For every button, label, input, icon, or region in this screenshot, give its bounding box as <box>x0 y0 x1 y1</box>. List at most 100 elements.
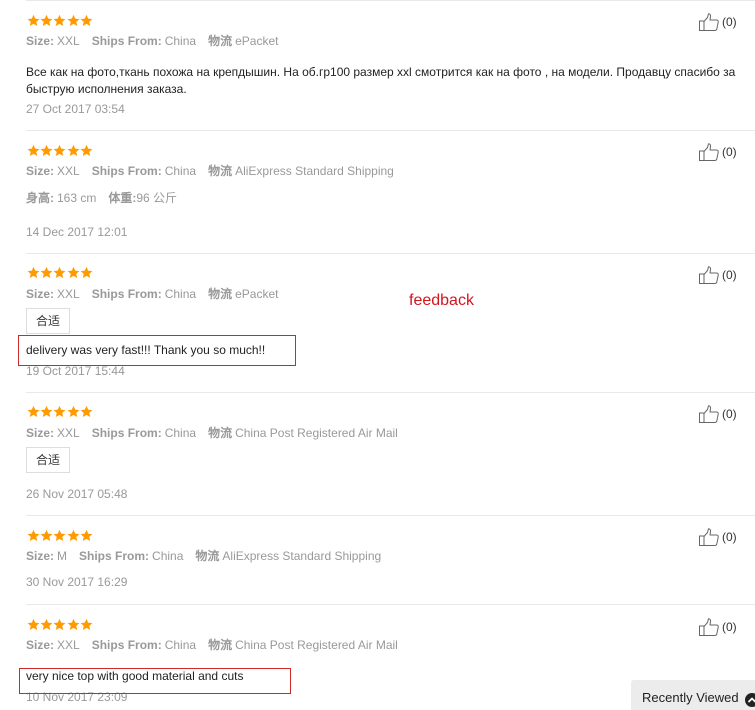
feedback-annotation: feedback <box>409 292 474 309</box>
size-label: Size: <box>26 638 55 652</box>
logistics-label: 物流 <box>195 549 220 563</box>
review-divider <box>26 130 755 131</box>
star-icon <box>40 618 53 631</box>
ships-from-value: China <box>164 287 197 301</box>
size-label: Size: <box>26 426 55 440</box>
star-icon <box>53 405 66 418</box>
review-divider <box>26 604 755 605</box>
review-text: Все как на фото,ткань похожа на крепдыши… <box>26 65 736 96</box>
star-rating <box>27 266 93 279</box>
star-icon <box>40 14 53 27</box>
star-icon <box>53 618 66 631</box>
star-icon <box>27 529 40 542</box>
recently-viewed-tab[interactable]: Recently Viewed <box>631 680 755 710</box>
review-date: 14 Dec 2017 12:01 <box>26 225 128 239</box>
star-icon <box>40 266 53 279</box>
size-value: XXL <box>57 164 80 178</box>
review-meta: Size: XXL Ships From: China 物流 China Post Reg… <box>26 637 398 653</box>
thumbs-up-icon <box>699 143 719 161</box>
star-rating <box>27 405 93 418</box>
review-date: 27 Oct 2017 03:54 <box>26 102 125 116</box>
star-icon <box>27 14 40 27</box>
recently-viewed-label: Recently Viewed <box>642 690 739 705</box>
review-meta: Size: XXL Ships From: China 物流 ePacket <box>26 286 278 302</box>
star-icon <box>27 266 40 279</box>
size-label: Size: <box>26 549 55 563</box>
like-button[interactable]: (0) <box>699 618 737 636</box>
logistics-label: 物流 <box>208 287 233 301</box>
star-icon <box>53 529 66 542</box>
ships-from-value: China <box>164 164 197 178</box>
logistics-value: AliExpress Standard Shipping <box>222 549 382 563</box>
review-divider <box>26 253 755 254</box>
star-icon <box>67 405 80 418</box>
like-count: (0) <box>722 15 737 29</box>
star-icon <box>27 144 40 157</box>
top-divider <box>26 0 755 1</box>
star-rating <box>27 618 93 631</box>
like-button[interactable]: (0) <box>699 143 737 161</box>
logistics-value: China Post Registered Air Mail <box>235 638 398 652</box>
like-button[interactable]: (0) <box>699 266 737 284</box>
size-value: XXL <box>57 426 80 440</box>
star-icon <box>53 266 66 279</box>
thumbs-up-icon <box>699 13 719 31</box>
star-rating <box>27 529 93 542</box>
star-icon <box>67 618 80 631</box>
review-date: 19 Oct 2017 15:44 <box>26 364 125 378</box>
star-icon <box>53 144 66 157</box>
star-icon <box>80 405 93 418</box>
size-value: M <box>57 549 68 563</box>
size-label: Size: <box>26 287 55 301</box>
like-button[interactable]: (0) <box>699 405 737 423</box>
review-divider <box>26 515 755 516</box>
logistics-label: 物流 <box>208 638 233 652</box>
review-divider <box>26 392 755 393</box>
star-icon <box>53 14 66 27</box>
review-tag: 合适 <box>26 447 71 473</box>
star-icon <box>80 144 93 157</box>
thumbs-up-icon <box>699 528 719 546</box>
weight-label: 体重: <box>108 191 137 205</box>
ships-from-label: Ships From: <box>91 638 162 652</box>
logistics-value: AliExpress Standard Shipping <box>235 164 394 178</box>
ships-from-label: Ships From: <box>91 164 162 178</box>
ships-from-value: China <box>152 549 184 563</box>
star-icon <box>40 529 53 542</box>
review-date: 26 Nov 2017 05:48 <box>26 487 128 501</box>
highlight-box <box>19 668 291 694</box>
logistics-label: 物流 <box>208 426 233 440</box>
size-value: XXL <box>57 287 80 301</box>
like-count: (0) <box>722 407 737 421</box>
like-button[interactable]: (0) <box>699 13 737 31</box>
weight-value: 96 公斤 <box>136 191 178 205</box>
size-value: XXL <box>57 34 80 48</box>
highlight-box <box>18 335 296 366</box>
ships-from-value: China <box>164 426 197 440</box>
star-icon <box>67 266 80 279</box>
ships-from-value: China <box>164 34 197 48</box>
thumbs-up-icon <box>699 618 719 636</box>
body-measurements: 身高: 163 cm 体重:96 公斤 <box>26 190 177 206</box>
logistics-value: ePacket <box>235 287 279 301</box>
like-button[interactable]: (0) <box>699 528 737 546</box>
star-icon <box>40 144 53 157</box>
height-label: 身高: <box>26 191 54 205</box>
star-icon <box>67 14 80 27</box>
review-meta: Size: M Ships From: China 物流 AliExpress Stand… <box>26 548 381 564</box>
review-meta: Size: XXL Ships From: China 物流 ePacket <box>26 33 278 49</box>
star-icon <box>67 529 80 542</box>
logistics-value: ePacket <box>235 34 279 48</box>
like-count: (0) <box>722 530 737 544</box>
star-rating <box>27 144 93 157</box>
logistics-label: 物流 <box>208 164 233 178</box>
star-icon <box>80 266 93 279</box>
thumbs-up-icon <box>699 405 719 423</box>
like-count: (0) <box>722 620 737 634</box>
height-value: 163 cm <box>57 191 97 205</box>
star-icon <box>27 618 40 631</box>
like-count: (0) <box>722 268 737 282</box>
chevron-up-icon <box>745 693 755 707</box>
star-rating <box>27 14 93 27</box>
review-meta: Size: XXL Ships From: China 物流 China Post Reg… <box>26 425 398 441</box>
